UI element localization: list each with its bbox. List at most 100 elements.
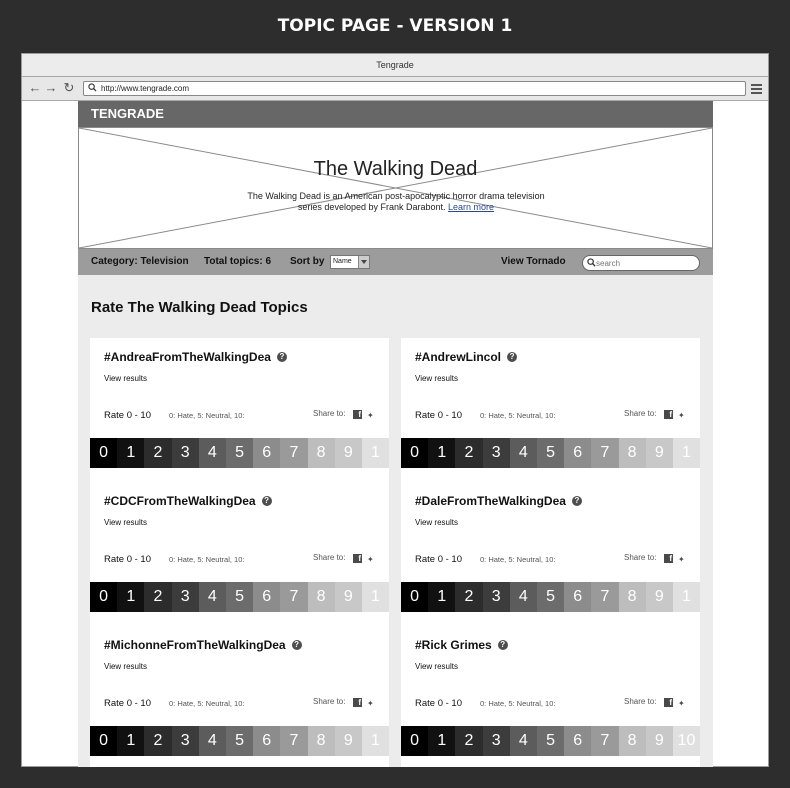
- facebook-icon[interactable]: f: [664, 410, 673, 419]
- rating-button-6[interactable]: 6: [564, 582, 592, 612]
- rating-button-0[interactable]: 0: [90, 582, 118, 612]
- rating-button-5[interactable]: 5: [536, 582, 565, 612]
- topic-title[interactable]: #DaleFromTheWalkingDea?: [415, 494, 582, 508]
- question-icon[interactable]: ?: [507, 351, 518, 362]
- question-icon[interactable]: ?: [497, 639, 508, 650]
- rating-button-7[interactable]: 7: [591, 582, 619, 612]
- rating-button-7[interactable]: 7: [280, 438, 308, 468]
- rating-button-2[interactable]: 2: [144, 726, 172, 756]
- rating-button-3[interactable]: 3: [482, 726, 510, 756]
- question-icon[interactable]: ?: [571, 495, 582, 506]
- address-bar[interactable]: http://www.tengrade.com: [83, 81, 746, 96]
- rating-button-10[interactable]: 1: [361, 438, 390, 468]
- twitter-icon[interactable]: ✦: [678, 411, 685, 420]
- rating-button-9[interactable]: 9: [645, 582, 673, 612]
- view-results-link[interactable]: View results: [104, 374, 147, 383]
- rating-button-7[interactable]: 7: [591, 726, 619, 756]
- forward-arrow-icon[interactable]: →: [44, 81, 58, 95]
- rating-button-8[interactable]: 8: [307, 582, 335, 612]
- rating-button-2[interactable]: 2: [455, 582, 483, 612]
- rating-button-6[interactable]: 6: [564, 438, 592, 468]
- rating-button-2[interactable]: 2: [144, 582, 172, 612]
- learn-more-link[interactable]: Learn more: [448, 202, 494, 212]
- rating-button-6[interactable]: 6: [564, 726, 592, 756]
- rating-button-5[interactable]: 5: [225, 438, 254, 468]
- facebook-icon[interactable]: f: [353, 698, 362, 707]
- rating-button-2[interactable]: 2: [455, 438, 483, 468]
- rating-button-7[interactable]: 7: [280, 726, 308, 756]
- rating-button-8[interactable]: 8: [618, 438, 646, 468]
- rating-button-3[interactable]: 3: [171, 726, 199, 756]
- rating-button-5[interactable]: 5: [536, 438, 565, 468]
- rating-button-0[interactable]: 0: [401, 726, 429, 756]
- twitter-icon[interactable]: ✦: [367, 411, 374, 420]
- rating-button-8[interactable]: 8: [618, 726, 646, 756]
- rating-button-6[interactable]: 6: [253, 726, 281, 756]
- rating-button-8[interactable]: 8: [307, 726, 335, 756]
- rating-button-4[interactable]: 4: [198, 726, 226, 756]
- rating-button-6[interactable]: 6: [253, 438, 281, 468]
- rating-button-9[interactable]: 9: [645, 726, 673, 756]
- facebook-icon[interactable]: f: [353, 410, 362, 419]
- topic-title[interactable]: #AndrewLincol?: [415, 350, 518, 364]
- question-icon[interactable]: ?: [276, 351, 287, 362]
- rating-button-10[interactable]: 1: [361, 726, 390, 756]
- view-results-link[interactable]: View results: [415, 662, 458, 671]
- rating-button-4[interactable]: 4: [198, 438, 226, 468]
- rating-button-9[interactable]: 9: [334, 726, 362, 756]
- rating-button-5[interactable]: 5: [225, 726, 254, 756]
- view-results-link[interactable]: View results: [104, 518, 147, 527]
- rating-button-3[interactable]: 3: [482, 582, 510, 612]
- rating-button-10[interactable]: 1: [672, 438, 701, 468]
- rating-button-0[interactable]: 0: [90, 438, 118, 468]
- back-arrow-icon[interactable]: ←: [28, 81, 42, 95]
- rating-button-5[interactable]: 5: [536, 726, 565, 756]
- rating-button-9[interactable]: 9: [645, 438, 673, 468]
- question-icon[interactable]: ?: [291, 639, 302, 650]
- rating-button-7[interactable]: 7: [591, 438, 619, 468]
- topic-title[interactable]: #CDCFromTheWalkingDea?: [104, 494, 272, 508]
- rating-button-9[interactable]: 9: [334, 582, 362, 612]
- rating-button-3[interactable]: 3: [171, 582, 199, 612]
- rating-button-10[interactable]: 1: [672, 582, 701, 612]
- hamburger-menu-icon[interactable]: [751, 84, 762, 94]
- view-results-link[interactable]: View results: [104, 662, 147, 671]
- rating-button-1[interactable]: 1: [117, 726, 145, 756]
- facebook-icon[interactable]: f: [664, 698, 673, 707]
- rating-button-2[interactable]: 2: [455, 726, 483, 756]
- twitter-icon[interactable]: ✦: [367, 555, 374, 564]
- rating-button-1[interactable]: 1: [428, 582, 456, 612]
- sort-select[interactable]: Name: [330, 255, 370, 269]
- view-results-link[interactable]: View results: [415, 518, 458, 527]
- rating-button-9[interactable]: 9: [334, 438, 362, 468]
- rating-button-6[interactable]: 6: [253, 582, 281, 612]
- twitter-icon[interactable]: ✦: [678, 699, 685, 708]
- facebook-icon[interactable]: f: [353, 554, 362, 563]
- rating-button-1[interactable]: 1: [117, 582, 145, 612]
- topic-title[interactable]: #AndreaFromTheWalkingDea?: [104, 350, 287, 364]
- rating-button-2[interactable]: 2: [144, 438, 172, 468]
- rating-button-4[interactable]: 4: [509, 582, 537, 612]
- rating-button-10[interactable]: 10: [672, 726, 701, 756]
- rating-button-4[interactable]: 4: [198, 582, 226, 612]
- rating-button-0[interactable]: 0: [401, 582, 429, 612]
- rating-button-1[interactable]: 1: [428, 726, 456, 756]
- rating-button-1[interactable]: 1: [428, 438, 456, 468]
- rating-button-3[interactable]: 3: [482, 438, 510, 468]
- rating-button-0[interactable]: 0: [401, 438, 429, 468]
- reload-icon[interactable]: ↻: [62, 81, 76, 95]
- twitter-icon[interactable]: ✦: [678, 555, 685, 564]
- topic-title[interactable]: #MichonneFromTheWalkingDea?: [104, 638, 302, 652]
- twitter-icon[interactable]: ✦: [367, 699, 374, 708]
- rating-button-1[interactable]: 1: [117, 438, 145, 468]
- rating-button-3[interactable]: 3: [171, 438, 199, 468]
- rating-button-10[interactable]: 1: [361, 582, 390, 612]
- rating-button-5[interactable]: 5: [225, 582, 254, 612]
- view-tornado-link[interactable]: View Tornado: [501, 256, 566, 267]
- view-results-link[interactable]: View results: [415, 374, 458, 383]
- rating-button-0[interactable]: 0: [90, 726, 118, 756]
- question-icon[interactable]: ?: [261, 495, 272, 506]
- facebook-icon[interactable]: f: [664, 554, 673, 563]
- topic-title[interactable]: #Rick Grimes?: [415, 638, 508, 652]
- rating-button-7[interactable]: 7: [280, 582, 308, 612]
